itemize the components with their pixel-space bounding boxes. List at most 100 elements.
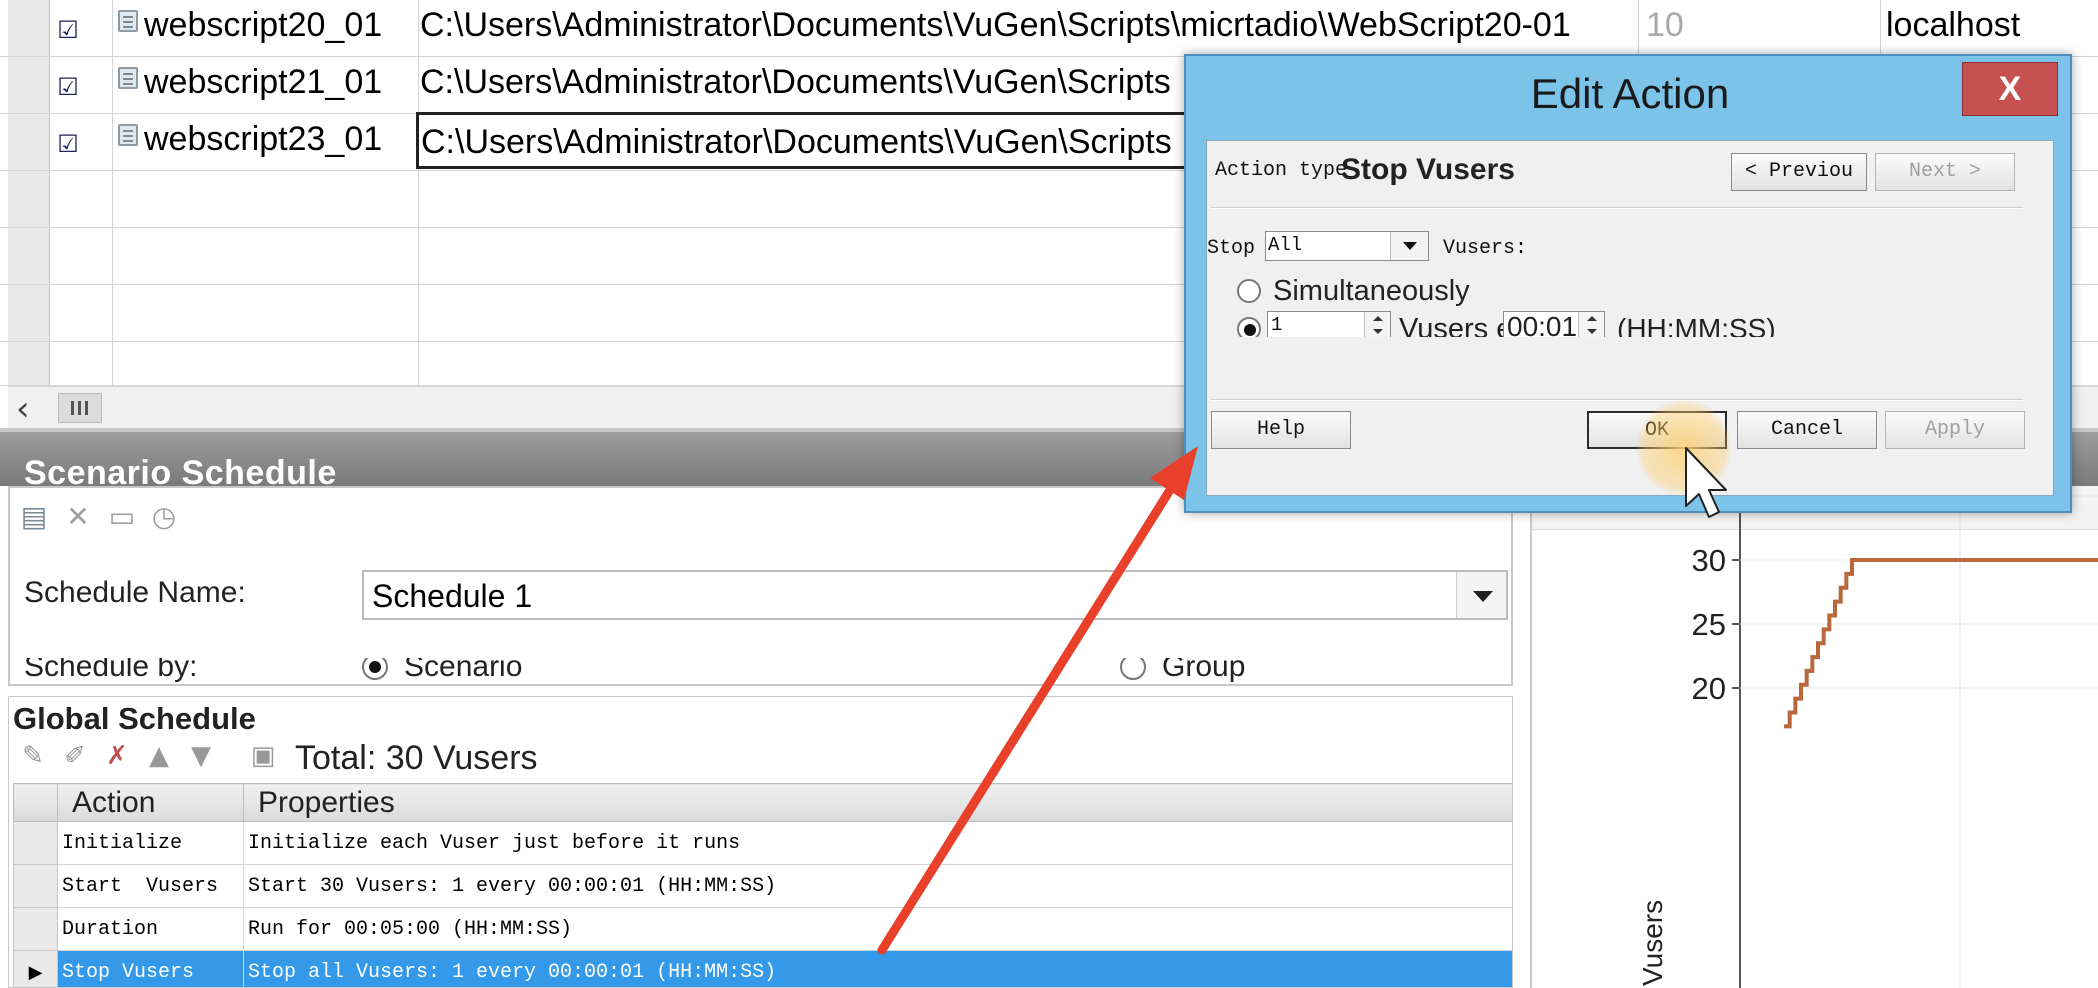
script-name: webscript21_01 (144, 63, 383, 101)
radio-group-label: Group (1162, 658, 1246, 683)
stop-count-select[interactable]: All (1265, 231, 1429, 261)
delete-schedule-icon[interactable]: ✕ (64, 502, 92, 532)
global-schedule-title: Global Schedule (13, 701, 256, 736)
script-path: C:\Users\Administrator\Documents\VuGen\S… (420, 6, 1571, 44)
chevron-down-icon[interactable] (1390, 232, 1428, 260)
next-button[interactable]: Next > (1875, 153, 2015, 191)
checkbox-checked-icon[interactable]: ☑ (56, 19, 80, 44)
action-cell: Initialize (57, 821, 244, 865)
move-down-icon[interactable]: ▼ (187, 739, 215, 773)
global-schedule-toolbar: ✎ ✐ ✗ ▲ ▼ ▣ (13, 739, 1512, 779)
divider (1211, 207, 2023, 209)
action-cell: Start Vusers (57, 864, 244, 908)
y-tick-label: 25 (1692, 607, 1726, 642)
action-type-label: Action type (1215, 159, 1348, 182)
add-action-icon[interactable]: ✎ (19, 739, 47, 773)
script-file-icon (118, 10, 138, 32)
table-row-selected[interactable]: ▶ Stop Vusers Stop all Vusers: 1 every 0… (13, 950, 1512, 987)
properties-cell: Run for 00:05:00 (HH:MM:SS) (243, 907, 1512, 951)
move-up-icon[interactable]: ▲ (145, 739, 173, 773)
scenario-schedule-panel: ▤ ✕ ▭ ◷ Schedule Name: Schedule 1 Schedu… (8, 486, 1513, 686)
help-button[interactable]: Help (1211, 411, 1351, 449)
previous-button[interactable]: < Previou (1731, 153, 1867, 191)
script-row[interactable]: ☑ webscript20_01 C:\Users\Administrator\… (0, 0, 2098, 57)
action-type-value: Stop Vusers (1341, 153, 1515, 186)
column-header-properties[interactable]: Properties (243, 783, 1512, 822)
script-host: localhost (1886, 6, 2021, 44)
table-row[interactable]: Duration Run for 00:05:00 (HH:MM:SS) (13, 907, 1512, 951)
schedule-timer-icon[interactable]: ◷ (150, 502, 178, 532)
radio-simultaneously[interactable] (1237, 279, 1261, 303)
stop-label: Stop (1207, 237, 1256, 260)
script-path: C:\Users\Administrator\Documents\VuGen\S… (420, 63, 1171, 101)
schedule-graph-pane: 35302520Vusers (1530, 486, 2098, 988)
properties-cell: Start 30 Vusers: 1 every 00:00:01 (HH:MM… (243, 864, 1512, 908)
global-schedule-panel: Global Schedule ✎ ✐ ✗ ▲ ▼ ▣ Total: 30 Vu… (8, 696, 1513, 988)
interval-spinner[interactable]: 00:01 (1503, 311, 1605, 337)
properties-cell: Initialize each Vuser just before it run… (243, 821, 1512, 865)
row-header[interactable] (13, 821, 58, 865)
vusers-count-value: 1 (1271, 314, 1283, 336)
close-button[interactable]: X (1962, 62, 2058, 116)
vusers-series-line (1784, 558, 2098, 729)
script-file-icon (118, 67, 138, 89)
global-schedule-table: Action Properties Initialize Initialize … (13, 783, 1512, 987)
row-header[interactable] (8, 57, 50, 113)
y-tick-label: 30 (1692, 543, 1726, 578)
spinner-arrows-icon[interactable] (1578, 312, 1604, 337)
dialog-title: Edit Action (1530, 70, 1730, 117)
vusers-label: Vusers: (1443, 237, 1528, 260)
radio-group[interactable] (1120, 658, 1146, 680)
schedule-name-label: Schedule Name: (24, 576, 246, 609)
checkbox-checked-icon[interactable]: ☑ (56, 76, 80, 101)
cancel-button[interactable]: Cancel (1737, 411, 1877, 449)
script-path-cell-focused[interactable]: C:\Users\Administrator\Documents\VuGen\S… (416, 112, 1196, 169)
edit-action-icon[interactable]: ✐ (61, 739, 89, 773)
radio-scenario[interactable] (362, 658, 388, 680)
scroll-left-icon[interactable]: ‹ (16, 389, 30, 429)
script-vusers: 10 (1646, 6, 1684, 44)
schedule-name-select[interactable]: Schedule 1 (362, 570, 1508, 620)
script-name: webscript20_01 (144, 6, 383, 44)
row-header-corner (13, 783, 58, 822)
checkbox-checked-icon[interactable]: ☑ (56, 133, 80, 158)
current-row-arrow-icon[interactable]: ▶ (13, 950, 58, 987)
action-cell: Stop Vusers (57, 950, 244, 987)
total-vusers: Total: 30 Vusers (295, 739, 538, 777)
divider (1211, 399, 2023, 401)
schedule-graph: 35302520Vusers (1637, 486, 2098, 988)
properties-cell: Stop all Vusers: 1 every 00:00:01 (HH:MM… (243, 950, 1512, 987)
time-format-label: (HH:MM:SS) (1617, 313, 1776, 337)
apply-button[interactable]: Apply (1885, 411, 2025, 449)
row-header[interactable] (8, 0, 50, 56)
table-row[interactable]: Start Vusers Start 30 Vusers: 1 every 00… (13, 864, 1512, 908)
stop-count-value: All (1268, 234, 1303, 256)
interval-value: 00:01 (1507, 311, 1578, 337)
rename-schedule-icon[interactable]: ▭ (106, 502, 138, 532)
scroll-thumb[interactable] (58, 393, 102, 423)
column-header-action[interactable]: Action (57, 783, 244, 822)
table-row[interactable]: Initialize Initialize each Vuser just be… (13, 821, 1512, 865)
chevron-down-icon[interactable] (1456, 572, 1506, 618)
y-axis-label: Vusers (1637, 900, 1668, 986)
radio-simultaneously-label: Simultaneously (1273, 275, 1470, 307)
edit-action-dialog: Edit Action X Action type Stop Vusers < … (1184, 54, 2072, 513)
row-header[interactable] (13, 907, 58, 951)
y-tick-label: 20 (1692, 671, 1726, 706)
dialog-body: Action type Stop Vusers < Previou Next >… (1206, 140, 2054, 496)
row-header[interactable] (8, 114, 50, 170)
row-header[interactable] (13, 864, 58, 908)
vusers-count-spinner[interactable]: 1 (1267, 311, 1391, 337)
copy-icon[interactable]: ▣ (249, 739, 277, 773)
delete-action-icon[interactable]: ✗ (103, 739, 131, 773)
radio-scenario-label: Scenario (404, 658, 523, 683)
action-cell: Duration (57, 907, 244, 951)
script-name: webscript23_01 (144, 120, 383, 158)
new-schedule-icon[interactable]: ▤ (20, 502, 48, 532)
spinner-arrows-icon[interactable] (1364, 312, 1390, 337)
script-file-icon (118, 124, 138, 146)
schedule-name-value: Schedule 1 (372, 578, 533, 614)
radio-gradual[interactable] (1237, 317, 1261, 337)
click-highlight (1636, 400, 1732, 496)
schedule-by-label: Schedule by: (24, 658, 198, 683)
